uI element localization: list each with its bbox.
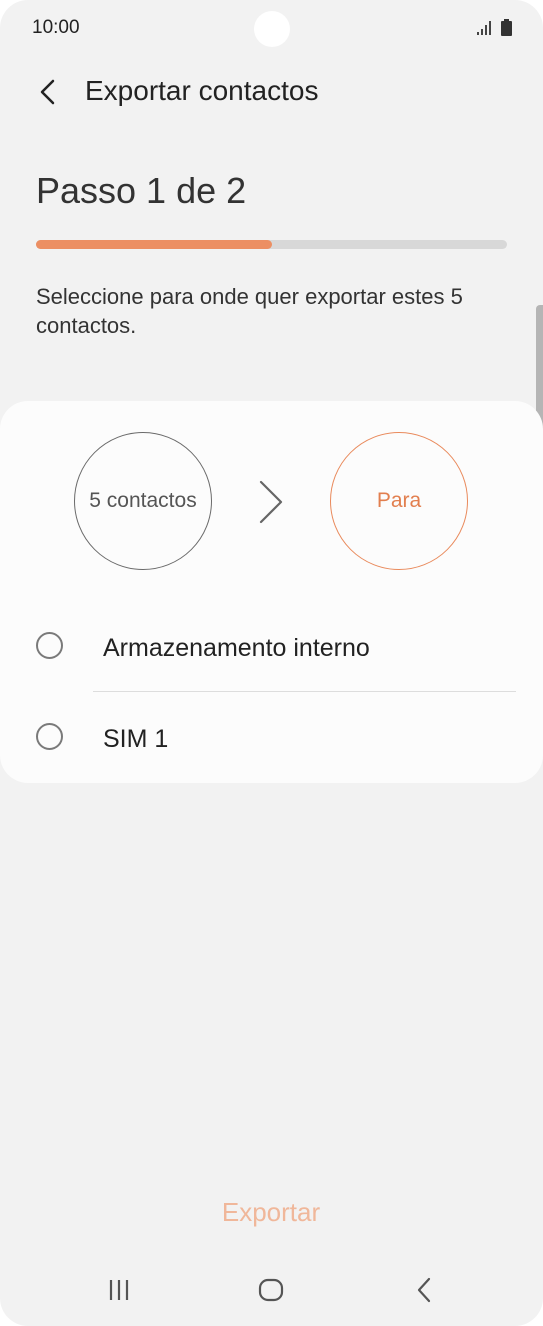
phone-screen: 10:00 Exportar contactos Passo 1 de 2 Se… (0, 0, 543, 1326)
radio-button[interactable] (36, 632, 63, 659)
home-button[interactable] (249, 1270, 293, 1310)
home-icon (258, 1278, 284, 1302)
camera-cutout (254, 11, 290, 47)
status-bar: 10:00 (0, 0, 543, 56)
destination-label: Para (376, 489, 422, 512)
destination-circle: Para (330, 432, 468, 570)
export-target-card: 5 contactos Para Armazenamento interno S… (0, 401, 543, 783)
radio-button[interactable] (36, 723, 63, 750)
step-title: Passo 1 de 2 (36, 170, 247, 211)
back-button[interactable] (28, 72, 68, 112)
option-internal-storage[interactable]: Armazenamento interno (0, 608, 543, 688)
step-progress-fill (36, 240, 272, 249)
battery-icon (501, 19, 512, 36)
chevron-left-icon (40, 79, 55, 105)
status-time: 10:00 (32, 17, 80, 38)
instruction-text: Seleccione para onde quer exportar estes… (36, 284, 463, 338)
source-label: 5 contactos (89, 489, 197, 512)
source-circle: 5 contactos (74, 432, 212, 570)
recents-button[interactable] (97, 1270, 141, 1310)
option-divider (93, 691, 516, 692)
app-bar: Exportar contactos (0, 64, 543, 116)
signal-icon (477, 21, 491, 35)
back-icon (417, 1277, 431, 1303)
step-progress-bar (36, 240, 507, 249)
navigation-bar (0, 1262, 543, 1318)
chevron-right-icon (259, 480, 283, 524)
option-label: Armazenamento interno (103, 634, 370, 662)
page-title: Exportar contactos (85, 75, 319, 106)
option-label: SIM 1 (103, 725, 169, 753)
nav-back-button[interactable] (402, 1270, 446, 1310)
option-sim-1[interactable]: SIM 1 (0, 699, 543, 779)
export-button[interactable]: Exportar (171, 1186, 371, 1238)
recents-icon (109, 1280, 129, 1300)
